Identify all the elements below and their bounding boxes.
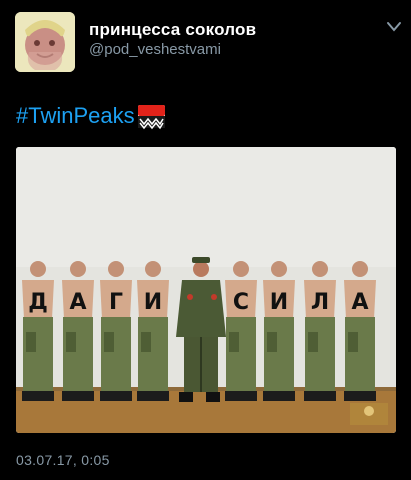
avatar-portrait-icon [15, 12, 75, 72]
author-handle[interactable]: @pod_veshestvami [89, 41, 221, 58]
soldier-figure: А [344, 261, 376, 401]
back-letter: А [351, 290, 368, 315]
soldier-figure: И [137, 261, 169, 401]
back-letter: Л [311, 290, 329, 315]
chevron-down-icon[interactable] [386, 20, 402, 34]
author-avatar[interactable] [15, 12, 75, 72]
watermark-logo [350, 403, 388, 425]
soldier-figure: И [263, 261, 295, 401]
hashtag-link[interactable]: #TwinPeaks [16, 103, 135, 129]
soldier-figure: С [225, 261, 257, 401]
soldier-figure: А [62, 261, 94, 401]
photo-image: ДАГИСИЛА [16, 147, 396, 433]
back-letter: И [270, 290, 288, 315]
soldier-figure: Д [22, 261, 54, 401]
soldier-figure: Г [100, 261, 132, 401]
back-letter: Г [109, 290, 123, 315]
tweet-text: #TwinPeaks [16, 100, 165, 132]
tweet-timestamp[interactable]: 03.07.17, 0:05 [16, 452, 110, 468]
kalmykia-flag-emoji-icon [137, 104, 165, 129]
back-letter: И [144, 290, 162, 315]
tweet-media-photo[interactable]: ДАГИСИЛА [16, 147, 396, 433]
author-display-name[interactable]: принцесса соколов [89, 20, 256, 40]
back-letter: А [69, 290, 86, 315]
soldier-figure: Л [304, 261, 336, 401]
back-letter: С [233, 290, 249, 315]
back-letter: Д [28, 290, 48, 315]
tweet-header: принцесса соколов @pod_veshestvami [0, 0, 411, 80]
